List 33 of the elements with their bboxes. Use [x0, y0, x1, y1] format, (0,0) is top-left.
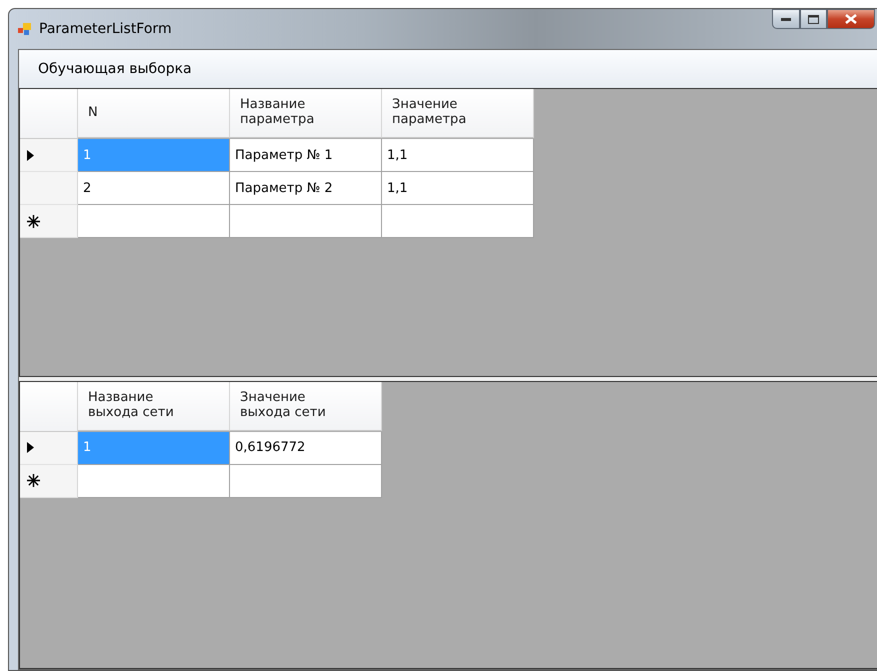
header-corner: [20, 382, 78, 432]
table-cell[interactable]: [78, 205, 230, 238]
minimize-button[interactable]: [772, 9, 800, 29]
table-cell[interactable]: 0,6196772: [230, 432, 382, 464]
app-icon: [18, 23, 31, 35]
close-icon: [845, 14, 857, 24]
table-cell[interactable]: [230, 205, 382, 238]
table-cell[interactable]: [78, 464, 230, 498]
column-header[interactable]: N: [78, 89, 230, 138]
column-header[interactable]: Значение параметра: [382, 89, 534, 138]
current-row-icon: [27, 150, 34, 160]
column-header[interactable]: Значение выхода сети: [230, 382, 382, 430]
maximize-button[interactable]: [800, 9, 827, 29]
maximize-icon: [808, 14, 819, 24]
table-cell[interactable]: Параметр № 2: [230, 172, 382, 205]
table-cell[interactable]: [382, 205, 534, 238]
table-cell[interactable]: 1,1: [382, 139, 534, 172]
window-title: ParameterListForm: [39, 21, 172, 37]
close-button[interactable]: [827, 9, 875, 29]
table-cell[interactable]: 1,1: [382, 172, 534, 205]
new-row-icon: [27, 474, 40, 487]
table-cell[interactable]: [230, 464, 382, 498]
header-corner: [20, 89, 78, 139]
minimize-icon: [781, 18, 791, 20]
column-header[interactable]: Название параметра: [230, 89, 382, 138]
current-row-icon: [27, 442, 34, 453]
new-row-icon: [27, 214, 40, 228]
table-cell[interactable]: 2: [78, 172, 230, 205]
menu-item[interactable]: Обучающая выборка: [31, 57, 199, 81]
row-header[interactable]: [20, 205, 78, 238]
column-header[interactable]: Название выхода сети: [78, 382, 230, 430]
table-cell[interactable]: Параметр № 1: [230, 139, 382, 172]
row-header[interactable]: [20, 464, 78, 498]
